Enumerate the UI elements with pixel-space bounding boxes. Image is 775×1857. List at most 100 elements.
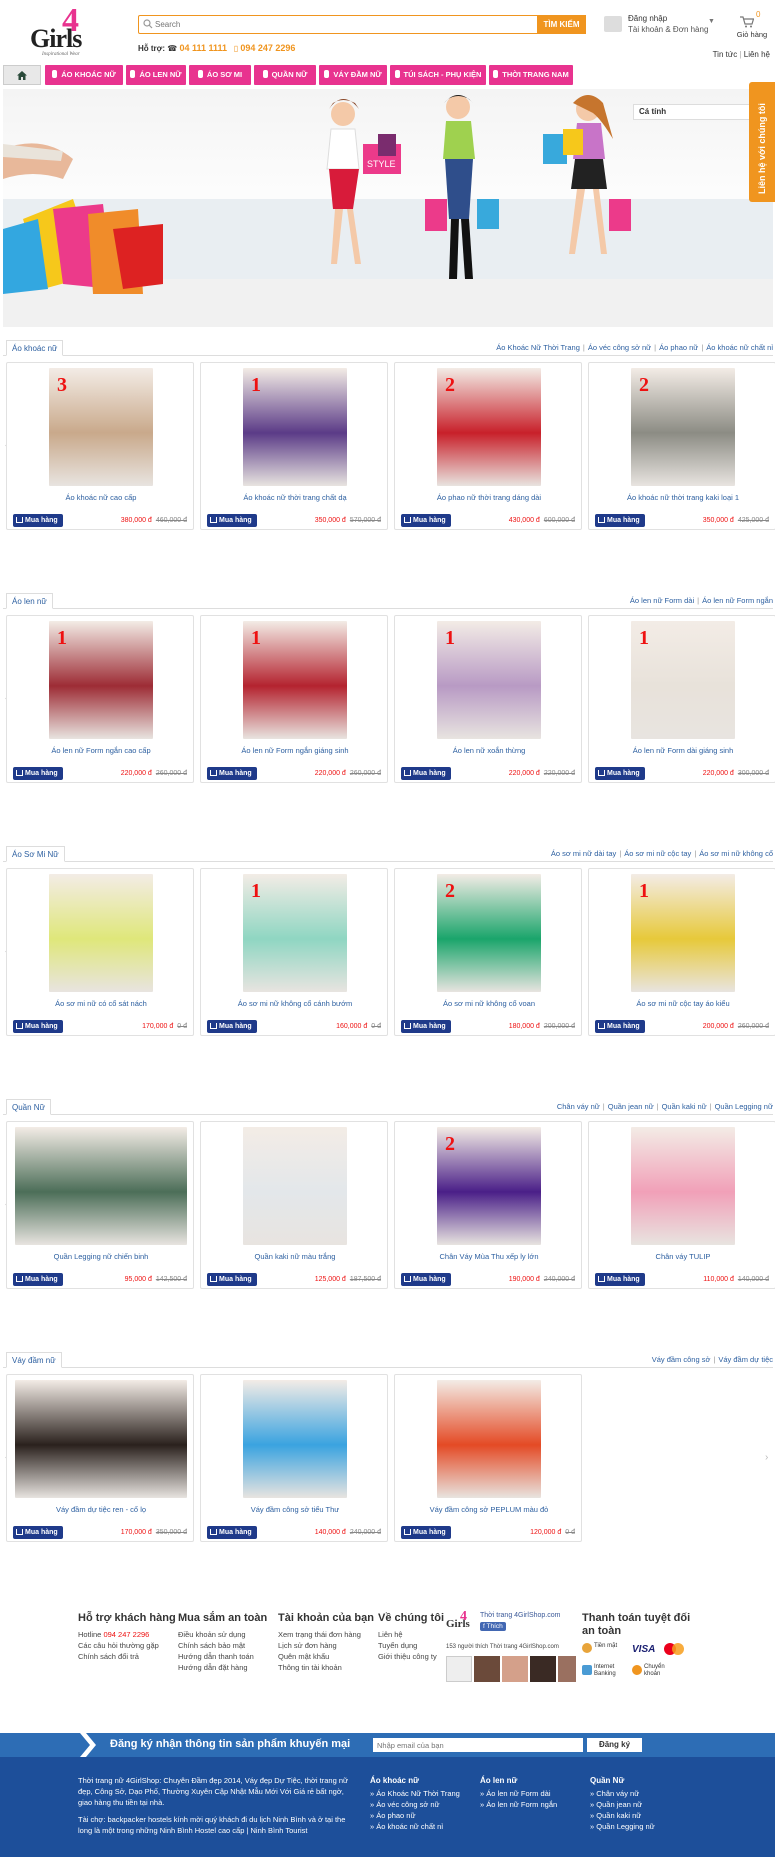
nav-item-ao-khoac[interactable]: ÁO KHOÁC NỮ	[45, 65, 123, 85]
product-name[interactable]: Chân váy TULIP	[589, 1252, 775, 1261]
product-card[interactable]: 1 Áo len nữ xoắn thừng Mua hàng 220,000 …	[394, 615, 582, 783]
subcategory-link[interactable]: Váy đầm dự tiệc	[718, 1355, 773, 1364]
product-name[interactable]: Váy đầm công sở tiểu Thư	[201, 1505, 389, 1514]
footer-category-title[interactable]: Áo khoác nữ	[370, 1775, 460, 1786]
home-button[interactable]	[3, 65, 41, 85]
product-card[interactable]: Váy đầm công sở PEPLUM màu đỏ Mua hàng 1…	[394, 1374, 582, 1542]
product-image[interactable]: 1	[437, 621, 541, 739]
nav-item-quan[interactable]: QUẦN NỮ	[254, 65, 316, 85]
footer-link[interactable]: Hướng dẫn thanh toán	[178, 1651, 267, 1662]
fb-page-link[interactable]: Thời trang 4GirlShop.com	[480, 1612, 560, 1619]
product-image[interactable]	[631, 1127, 735, 1245]
subcategory-link[interactable]: Chân váy nữ	[557, 1102, 600, 1111]
account-menu[interactable]: Đăng nhập Tài khoản & Đơn hàng ▼	[604, 14, 715, 38]
product-name[interactable]: Áo len nữ xoắn thừng	[395, 746, 583, 755]
fb-like-button[interactable]: f Thích	[480, 1622, 506, 1631]
contact-link[interactable]: Liên hệ	[744, 50, 770, 59]
footer-link[interactable]: Quên mật khẩu	[278, 1651, 374, 1662]
search-input[interactable]	[155, 18, 515, 31]
account-orders-link[interactable]: Tài khoản & Đơn hàng	[628, 25, 708, 34]
product-card[interactable]: 1 Áo len nữ Form ngắn cao cấp Mua hàng 2…	[6, 615, 194, 783]
section-title[interactable]: Áo khoác nữ	[6, 340, 64, 356]
footer-category-link[interactable]: » Áo véc công sở nữ	[370, 1799, 460, 1810]
footer-link[interactable]: Chính sách đổi trả	[78, 1651, 176, 1662]
subcategory-link[interactable]: Áo sơ mi nữ dài tay	[551, 849, 616, 858]
banner-search-box[interactable]: Cá tính	[633, 104, 758, 120]
product-card[interactable]: 1 Áo len nữ Form ngắn giáng sinh Mua hàn…	[200, 615, 388, 783]
login-link[interactable]: Đăng nhập	[628, 14, 667, 23]
product-image[interactable]: 1	[631, 874, 735, 992]
buy-button[interactable]: Mua hàng	[13, 1273, 63, 1286]
buy-button[interactable]: Mua hàng	[13, 1020, 63, 1033]
product-name[interactable]: Áo khoác nữ thời trang chất dạ	[201, 493, 389, 502]
footer-link[interactable]: Chính sách bảo mật	[178, 1640, 267, 1651]
site-logo[interactable]: Girls 4 Inspirational Wear	[28, 2, 108, 58]
subcategory-link[interactable]: Áo Khoác Nữ Thời Trang	[496, 343, 580, 352]
news-link[interactable]: Tin tức	[713, 50, 738, 59]
buy-button[interactable]: Mua hàng	[207, 1526, 257, 1539]
product-card[interactable]: 2 Chân Váy Mùa Thu xếp ly lớn Mua hàng 1…	[394, 1121, 582, 1289]
product-name[interactable]: Áo sơ mi nữ không cổ cánh bướm	[201, 999, 389, 1008]
product-card[interactable]: Chân váy TULIP Mua hàng 110,000 đ 140,000…	[588, 1121, 775, 1289]
product-name[interactable]: Áo len nữ Form ngắn cao cấp	[7, 746, 195, 755]
buy-button[interactable]: Mua hàng	[595, 514, 645, 527]
product-card[interactable]: Áo sơ mi nữ có cổ sát nách Mua hàng 170,…	[6, 868, 194, 1036]
product-card[interactable]: 1 Áo khoác nữ thời trang chất dạ Mua hàn…	[200, 362, 388, 530]
product-image[interactable]: 1	[243, 621, 347, 739]
product-image[interactable]: 1	[49, 621, 153, 739]
product-name[interactable]: Áo phao nữ thời trang dáng dài	[395, 493, 583, 502]
product-name[interactable]: Áo khoác nữ cao cấp	[7, 493, 195, 502]
buy-button[interactable]: Mua hàng	[401, 1020, 451, 1033]
buy-button[interactable]: Mua hàng	[401, 767, 451, 780]
product-card[interactable]: Quần Legging nữ chiến binh Mua hàng 95,0…	[6, 1121, 194, 1289]
footer-link[interactable]: Điều khoản sử dụng	[178, 1629, 267, 1640]
section-title[interactable]: Áo Sơ Mi Nữ	[6, 846, 65, 862]
subcategory-link[interactable]: Quần jean nữ	[608, 1102, 654, 1111]
product-image[interactable]	[243, 1380, 347, 1498]
product-image[interactable]: 1	[243, 874, 347, 992]
product-card[interactable]: Váy đầm dự tiệc ren - cổ lọ Mua hàng 170…	[6, 1374, 194, 1542]
footer-category-link[interactable]: » Áo Khoác Nữ Thời Trang	[370, 1788, 460, 1799]
footer-link[interactable]: Hướng dẫn đặt hàng	[178, 1662, 267, 1673]
buy-button[interactable]: Mua hàng	[13, 1526, 63, 1539]
product-name[interactable]: Áo len nữ Form ngắn giáng sinh	[201, 746, 389, 755]
footer-category-link[interactable]: » Áo khoác nữ chất nỉ	[370, 1821, 460, 1832]
footer-link[interactable]: Giới thiệu công ty	[378, 1651, 444, 1662]
subcategory-link[interactable]: Áo phao nữ	[659, 343, 698, 352]
nav-item-tui-sach[interactable]: TÚI SÁCH - PHỤ KIỆN	[390, 65, 486, 85]
product-name[interactable]: Áo khoác nữ thời trang kaki loại 1	[589, 493, 775, 502]
product-card[interactable]: 2 Áo phao nữ thời trang dáng dài Mua hàn…	[394, 362, 582, 530]
product-image[interactable]: 2	[437, 1127, 541, 1245]
product-name[interactable]: Áo sơ mi nữ không cổ voan	[395, 999, 583, 1008]
footer-category-link[interactable]: » Áo phao nữ	[370, 1810, 460, 1821]
subcategory-link[interactable]: Váy đầm công sở	[652, 1355, 711, 1364]
footer-link[interactable]: Tuyển dụng	[378, 1640, 444, 1651]
footer-category-title[interactable]: Quần Nữ	[590, 1775, 655, 1786]
product-image[interactable]	[15, 1127, 187, 1245]
footer-category-link[interactable]: » Quần jean nữ	[590, 1799, 655, 1810]
product-image[interactable]: 2	[437, 874, 541, 992]
newsletter-submit-button[interactable]: Đăng ký	[587, 1738, 642, 1752]
footer-category-link[interactable]: » Chân váy nữ	[590, 1788, 655, 1799]
nav-item-vay-dam[interactable]: VÁY ĐẦM NỮ	[319, 65, 387, 85]
product-image[interactable]: 1	[631, 621, 735, 739]
product-card[interactable]: 2 Áo khoác nữ thời trang kaki loại 1 Mua…	[588, 362, 775, 530]
product-card[interactable]: 2 Áo sơ mi nữ không cổ voan Mua hàng 180…	[394, 868, 582, 1036]
footer-link[interactable]: Các câu hỏi thường gặp	[78, 1640, 176, 1651]
footer-link[interactable]: Lịch sử đơn hàng	[278, 1640, 374, 1651]
nav-item-ao-so-mi[interactable]: ÁO SƠ MI	[189, 65, 251, 85]
product-image[interactable]	[49, 874, 153, 992]
product-name[interactable]: Váy đầm công sở PEPLUM màu đỏ	[395, 1505, 583, 1514]
section-title[interactable]: Quần Nữ	[6, 1099, 51, 1115]
search-button[interactable]: TÌM KIẾM	[537, 15, 586, 34]
product-image[interactable]: 1	[243, 368, 347, 486]
buy-button[interactable]: Mua hàng	[207, 514, 257, 527]
footer-link[interactable]: Thông tin tài khoản	[278, 1662, 374, 1673]
product-card[interactable]: Quần kaki nữ màu trắng Mua hàng 125,000 …	[200, 1121, 388, 1289]
product-card[interactable]: 3 Áo khoác nữ cao cấp Mua hàng 380,000 đ…	[6, 362, 194, 530]
buy-button[interactable]: Mua hàng	[595, 1020, 645, 1033]
subcategory-link[interactable]: Áo sơ mi nữ không cổ	[699, 849, 773, 858]
buy-button[interactable]: Mua hàng	[595, 1273, 645, 1286]
product-name[interactable]: Quần kaki nữ màu trắng	[201, 1252, 389, 1261]
carousel-next-icon[interactable]: ›	[765, 1452, 768, 1463]
